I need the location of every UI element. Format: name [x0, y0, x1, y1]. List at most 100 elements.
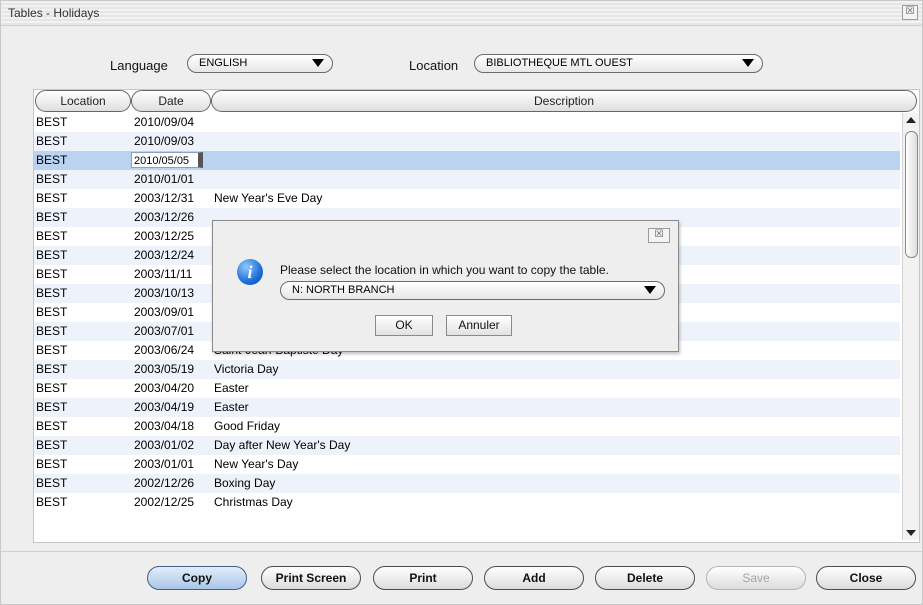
window-close-button[interactable]: ☒	[902, 5, 918, 20]
table-row[interactable]: BEST 2003/05/19 Victoria Day	[34, 360, 900, 379]
cell-date: 2003/10/13	[134, 286, 195, 300]
dialog-close-button[interactable]: ☒	[648, 228, 670, 243]
chevron-down-icon	[312, 59, 324, 67]
cell-location: BEST	[36, 153, 68, 167]
dialog-cancel-button[interactable]: Annuler	[446, 315, 512, 336]
location-label: Location	[409, 58, 459, 73]
cell-location: BEST	[36, 419, 68, 433]
table-row[interactable]: BEST 2010/09/03	[34, 132, 900, 151]
cell-location: BEST	[36, 400, 68, 414]
column-header-date[interactable]: Date	[131, 90, 211, 112]
add-button[interactable]: Add	[484, 566, 584, 590]
delete-button[interactable]: Delete	[595, 566, 695, 590]
cell-location: BEST	[36, 381, 68, 395]
table-row[interactable]: BEST 2003/04/18 Good Friday	[34, 417, 900, 436]
language-value: ENGLISH	[199, 57, 248, 69]
cell-location: BEST	[36, 286, 68, 300]
cell-date: 2003/12/31	[134, 191, 195, 205]
vertical-scrollbar[interactable]	[902, 113, 919, 540]
scroll-up-icon[interactable]	[906, 117, 916, 123]
cell-location: BEST	[36, 229, 68, 243]
cell-location: BEST	[36, 457, 68, 471]
cell-location: BEST	[36, 191, 68, 205]
chevron-down-icon	[742, 59, 754, 67]
dialog-message: Please select the location in which you …	[280, 263, 609, 277]
cell-date: 2002/12/26	[134, 476, 195, 490]
cell-location: BEST	[36, 362, 68, 376]
table-row[interactable]: BEST 2003/04/20 Easter	[34, 379, 900, 398]
table-row[interactable]: BEST 2010/05/05	[34, 151, 900, 170]
cell-date: 2003/12/25	[134, 229, 195, 243]
holidays-window: Tables - Holidays ☒ Language ENGLISH Loc…	[0, 0, 923, 605]
copy-location-dialog: ☒ i Please select the location in which …	[212, 220, 679, 352]
cell-date: 2003/07/01	[134, 324, 195, 338]
cell-date: 2003/11/11	[134, 267, 193, 281]
cell-location: BEST	[36, 248, 68, 262]
language-select[interactable]: ENGLISH	[187, 54, 333, 73]
cell-description: Christmas Day	[214, 495, 293, 509]
location-select[interactable]: BIBLIOTHEQUE MTL OUEST	[474, 54, 763, 73]
window-title: Tables - Holidays	[8, 6, 100, 20]
scroll-thumb[interactable]	[905, 131, 918, 258]
info-icon: i	[237, 259, 263, 285]
location-value: BIBLIOTHEQUE MTL OUEST	[486, 57, 633, 69]
cell-date: 2003/12/24	[134, 248, 195, 262]
table-row[interactable]: BEST 2010/01/01	[34, 170, 900, 189]
column-header-description[interactable]: Description	[211, 90, 917, 112]
dialog-location-value: N: NORTH BRANCH	[292, 284, 395, 296]
cell-date: 2003/01/02	[134, 438, 195, 452]
cell-date: 2003/09/01	[134, 305, 195, 319]
cell-location: BEST	[36, 476, 68, 490]
language-label: Language	[110, 58, 168, 73]
cell-location: BEST	[36, 305, 68, 319]
save-button: Save	[706, 566, 806, 590]
dialog-location-select[interactable]: N: NORTH BRANCH	[280, 281, 665, 300]
table-row[interactable]: BEST 2003/12/31 New Year's Eve Day	[34, 189, 900, 208]
cell-description: Easter	[214, 381, 249, 395]
scroll-down-icon[interactable]	[906, 530, 916, 536]
cell-location: BEST	[36, 267, 68, 281]
cell-description: Boxing Day	[214, 476, 276, 490]
table-row[interactable]: BEST 2002/12/25 Christmas Day	[34, 493, 900, 512]
footer-divider	[1, 551, 922, 552]
title-bar: Tables - Holidays ☒	[1, 1, 922, 26]
cell-location: BEST	[36, 343, 68, 357]
chevron-down-icon	[644, 286, 656, 294]
cell-date: 2003/06/24	[134, 343, 195, 357]
cell-location: BEST	[36, 210, 68, 224]
cell-date: 2003/05/19	[134, 362, 195, 376]
date-edit-field[interactable]: 2010/05/05	[131, 152, 203, 168]
cell-description: Easter	[214, 400, 249, 414]
cell-description: Victoria Day	[214, 362, 279, 376]
cell-location: BEST	[36, 115, 68, 129]
cell-date: 2003/12/26	[134, 210, 195, 224]
table-row[interactable]: BEST 2003/01/01 New Year's Day	[34, 455, 900, 474]
cell-date: 2010/01/01	[134, 172, 195, 186]
print-screen-button[interactable]: Print Screen	[261, 566, 361, 590]
cell-location: BEST	[36, 438, 68, 452]
cell-location: BEST	[36, 324, 68, 338]
cell-date: 2003/04/19	[134, 400, 195, 414]
cell-description: New Year's Day	[214, 457, 299, 471]
table-row[interactable]: BEST 2010/09/04	[34, 113, 900, 132]
cell-date: 2002/12/25	[134, 495, 195, 509]
cell-date: 2010/09/04	[134, 115, 195, 129]
cell-date: 2003/01/01	[134, 457, 195, 471]
cell-date: 2003/04/18	[134, 419, 195, 433]
table-row[interactable]: BEST 2003/01/02 Day after New Year's Day	[34, 436, 900, 455]
close-button[interactable]: Close	[816, 566, 916, 590]
cell-date: 2010/09/03	[134, 134, 195, 148]
cell-description: New Year's Eve Day	[214, 191, 323, 205]
cell-location: BEST	[36, 495, 68, 509]
cell-description: Day after New Year's Day	[214, 438, 351, 452]
dialog-ok-button[interactable]: OK	[375, 315, 433, 336]
copy-button[interactable]: Copy	[147, 566, 247, 590]
cell-location: BEST	[36, 134, 68, 148]
cell-location: BEST	[36, 172, 68, 186]
print-button[interactable]: Print	[373, 566, 473, 590]
table-row[interactable]: BEST 2003/04/19 Easter	[34, 398, 900, 417]
column-header-location[interactable]: Location	[35, 90, 131, 112]
cell-date: 2003/04/20	[134, 381, 195, 395]
table-row[interactable]: BEST 2002/12/26 Boxing Day	[34, 474, 900, 493]
cell-description: Good Friday	[214, 419, 281, 433]
